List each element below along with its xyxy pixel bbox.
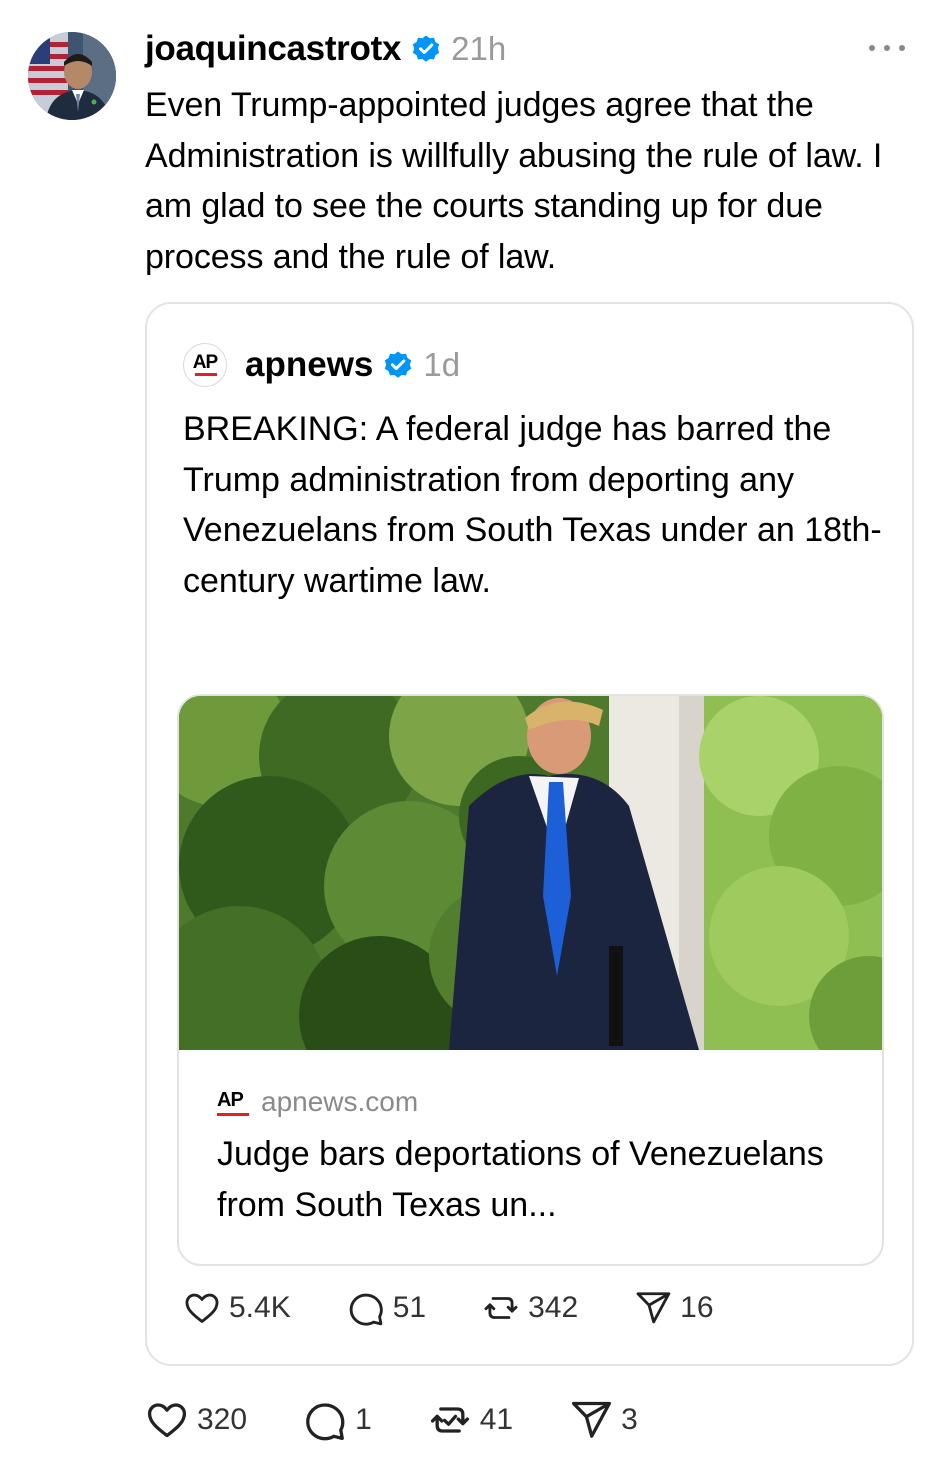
post-header: joaquincastrotx 21h	[145, 24, 506, 74]
repost-button[interactable]: 41	[428, 1398, 513, 1442]
profile-avatar[interactable]	[28, 32, 116, 120]
post-actions: 320 1 41 3	[145, 1398, 694, 1442]
link-title[interactable]: Judge bars deportations of Venezuelans f…	[217, 1129, 857, 1230]
quoted-like-count: 5.4K	[229, 1291, 291, 1324]
comment-icon	[349, 1293, 383, 1326]
link-preview-card[interactable]: AP apnews.com Judge bars deportations of…	[177, 694, 884, 1266]
share-count: 3	[621, 1403, 638, 1436]
heart-icon	[185, 1293, 219, 1323]
ap-mini-logo: AP	[217, 1089, 251, 1116]
quoted-reply-count: 51	[392, 1291, 427, 1324]
send-icon	[572, 1401, 612, 1438]
post-username[interactable]: joaquincastrotx	[145, 29, 401, 69]
ap-mini-logo-text: AP	[217, 1089, 244, 1111]
quoted-share-count: 16	[680, 1291, 714, 1324]
quoted-timestamp: 1d	[423, 346, 461, 383]
share-button[interactable]: 3	[569, 1398, 638, 1442]
quoted-post[interactable]: AP apnews 1d BREAKING: A federal judge h…	[145, 302, 914, 1366]
post-timestamp: 21h	[451, 30, 507, 67]
repost-icon	[430, 1407, 469, 1433]
heart-icon	[147, 1403, 187, 1438]
post-body: Even Trump-appointed judges agree that t…	[145, 86, 883, 276]
link-domain: apnews.com	[261, 1086, 419, 1117]
quoted-username[interactable]: apnews	[245, 345, 373, 385]
ap-logo-text: AP	[192, 352, 218, 373]
thread-post: joaquincastrotx 21h Even Trump-appointed…	[0, 0, 943, 1475]
quoted-repost-button[interactable]: 342	[482, 1289, 578, 1327]
quoted-post-actions: 5.4K 51 342 16	[183, 1289, 770, 1327]
repost-icon	[484, 1297, 518, 1319]
quoted-post-header: AP apnews 1d	[183, 340, 460, 390]
like-count: 320	[197, 1403, 248, 1436]
repost-count: 41	[479, 1403, 514, 1436]
apnews-avatar[interactable]: AP	[183, 343, 227, 387]
quoted-reply-button[interactable]: 51	[347, 1289, 426, 1327]
reply-count: 1	[355, 1403, 372, 1436]
verified-badge-icon	[412, 35, 440, 62]
comment-icon	[306, 1403, 345, 1441]
quoted-share-button[interactable]: 16	[634, 1289, 714, 1327]
quoted-body: BREAKING: A federal judge has barred the…	[183, 410, 882, 600]
like-button[interactable]: 320	[145, 1398, 247, 1442]
link-source: AP apnews.com	[217, 1086, 418, 1118]
more-options-icon[interactable]	[869, 36, 905, 60]
reply-button[interactable]: 1	[303, 1398, 372, 1442]
quoted-repost-count: 342	[528, 1291, 579, 1324]
send-icon	[636, 1292, 671, 1324]
quoted-like-button[interactable]: 5.4K	[183, 1289, 291, 1327]
verified-badge-icon	[385, 351, 412, 378]
link-preview-image	[179, 696, 882, 1050]
